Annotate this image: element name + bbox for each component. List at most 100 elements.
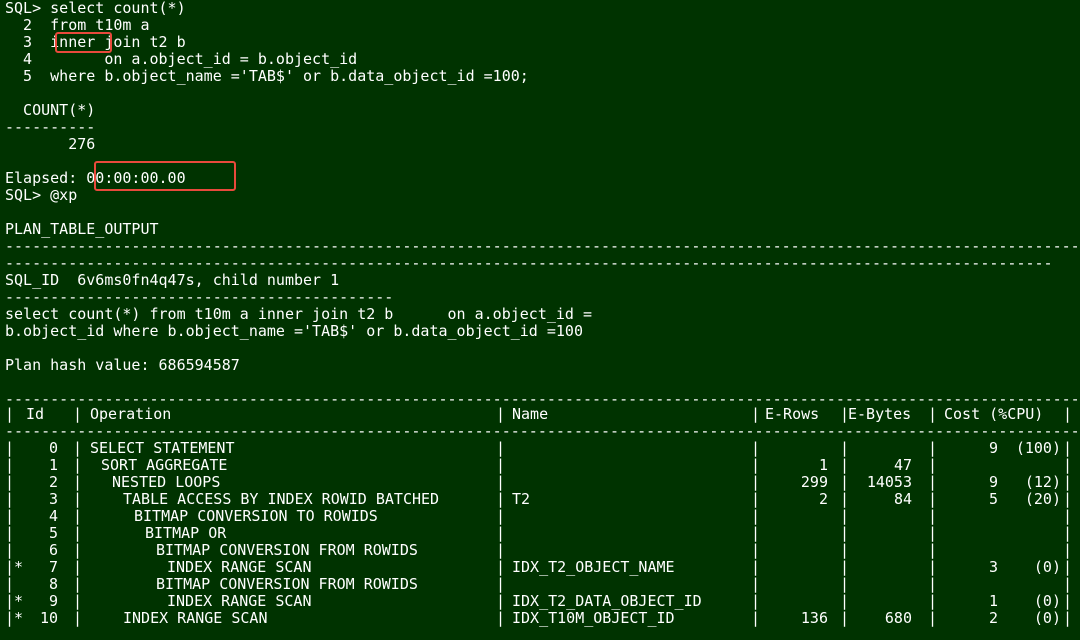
plan-cost: 9	[988, 439, 998, 457]
column-separator: |	[751, 473, 761, 491]
column-separator: |	[73, 439, 83, 457]
column-separator: |	[73, 592, 83, 610]
column-separator: |	[928, 473, 938, 491]
plan-cpu: (0)	[1033, 558, 1061, 576]
plan-object-name: IDX_T10M_OBJECT_ID	[512, 609, 675, 627]
column-separator: |	[1063, 490, 1073, 508]
column-separator: |	[751, 592, 761, 610]
query-line: 4 on a.object_id = b.object_id	[5, 50, 358, 68]
inner-keyword-highlight	[55, 32, 112, 53]
plan-id: 7	[48, 558, 58, 576]
plan-erows: 1	[818, 456, 828, 474]
column-separator: |	[751, 456, 761, 474]
column-separator: |	[928, 592, 938, 610]
column-header-ebytes: E-Bytes	[848, 405, 912, 423]
plan-ebytes: 84	[893, 490, 912, 508]
column-header-erows: E-Rows	[765, 405, 820, 423]
plan-cost: 2	[988, 609, 998, 627]
column-separator: |	[840, 507, 850, 525]
sql-text-line: select count(*) from t10m a inner join t…	[5, 305, 592, 323]
column-separator: |	[751, 541, 761, 559]
plan-id: 2	[48, 473, 58, 491]
plan-erows: 299	[800, 473, 828, 491]
plan-cpu: (100)	[1015, 439, 1061, 457]
sqlplus-terminal[interactable]: SQL> select count(*) 2 from t10m a 3 inn…	[0, 0, 1080, 640]
plan-operation: BITMAP CONVERSION FROM ROWIDS	[156, 541, 418, 559]
column-separator: |	[496, 558, 506, 576]
plan-object-name: IDX_T2_OBJECT_NAME	[512, 558, 675, 576]
plan-cost: 3	[988, 558, 998, 576]
column-separator: |	[928, 541, 938, 559]
xp-prompt-line: SQL> @xp	[5, 186, 78, 204]
plan-row: | | | | | | | 2 NESTED LOOPS 299 14053 9 (12)	[0, 474, 1080, 491]
separator-line: ----------------------------------------…	[5, 238, 1077, 255]
query-line: 5 where b.object_name ='TAB$' or b.data_…	[5, 67, 529, 85]
column-separator: |	[1063, 473, 1073, 491]
sql-text-line: b.object_id where b.object_name ='TAB$' …	[5, 322, 583, 340]
column-separator: |	[5, 405, 15, 423]
column-separator: |	[751, 558, 761, 576]
plan-operation: INDEX RANGE SCAN	[123, 609, 268, 627]
column-separator: |	[5, 439, 15, 457]
sql-id-line: SQL_ID 6v6ms0fn4q47s, child number 1	[5, 271, 340, 289]
column-separator: |	[751, 405, 761, 423]
column-separator: |	[928, 456, 938, 474]
column-separator: |	[1063, 592, 1073, 610]
plan-cpu: (12)	[1024, 473, 1061, 491]
plan-erows: 2	[818, 490, 828, 508]
column-separator: |	[751, 609, 761, 627]
column-header-cost: Cost (%CPU)	[944, 405, 1044, 423]
column-separator: |	[840, 558, 850, 576]
column-separator: |	[73, 575, 83, 593]
plan-cost: 9	[988, 473, 998, 491]
column-separator: |	[496, 575, 506, 593]
plan-cpu: (0)	[1033, 609, 1061, 627]
plan-row: | | | | | | | 8 BITMAP CONVERSION FROM ROWIDS	[0, 576, 1080, 593]
plan-row: | | | | | | | 0 SELECT STATEMENT 9 (100)	[0, 440, 1080, 457]
column-separator: |	[73, 558, 83, 576]
plan-object-name: T2	[512, 490, 531, 508]
plan-cost: 1	[988, 592, 998, 610]
plan-id: 10	[39, 609, 58, 627]
column-separator: |	[840, 524, 850, 542]
column-separator: |	[496, 524, 506, 542]
column-separator: |	[928, 405, 938, 423]
column-separator: |	[751, 439, 761, 457]
plan-row: | | | | | | |* 10 INDEX RANGE SCAN IDX_T10M_OBJEC…	[0, 610, 1080, 627]
column-header-operation: Operation	[90, 405, 172, 423]
plan-operation: SELECT STATEMENT	[90, 439, 235, 457]
column-separator: |	[1063, 541, 1073, 559]
result-divider: ----------	[5, 118, 96, 136]
plan-row: | | | | | | | 5 BITMAP OR	[0, 525, 1080, 542]
column-separator: |	[928, 490, 938, 508]
plan-operation: BITMAP CONVERSION TO ROWIDS	[134, 507, 378, 525]
query-line: SQL> select count(*)	[5, 0, 186, 17]
column-separator: |	[751, 490, 761, 508]
column-separator: |	[73, 456, 83, 474]
plan-operation: TABLE ACCESS BY INDEX ROWID BATCHED	[123, 490, 440, 508]
plan-operation: INDEX RANGE SCAN	[167, 592, 312, 610]
column-separator: |	[5, 541, 15, 559]
plan-object-name: IDX_T2_DATA_OBJECT_ID	[512, 592, 702, 610]
column-separator: |	[1063, 507, 1073, 525]
column-separator: |	[73, 490, 83, 508]
column-separator: |	[496, 405, 506, 423]
column-separator: |	[1063, 575, 1073, 593]
column-separator: |	[1063, 405, 1073, 423]
column-separator: |	[5, 575, 15, 593]
column-header-name: Name	[512, 405, 549, 423]
plan-row: | | | | | | | 1 SORT AGGREGATE 1 47	[0, 457, 1080, 474]
separator-line: ----------------------------------------…	[5, 423, 1077, 440]
column-separator: |	[928, 558, 938, 576]
column-separator: |	[928, 609, 938, 627]
column-separator: |	[5, 473, 15, 491]
column-separator: |	[928, 439, 938, 457]
plan-id: 3	[48, 490, 58, 508]
column-separator: |	[73, 405, 83, 423]
column-separator: |	[496, 507, 506, 525]
plan-table-output-label: PLAN_TABLE_OUTPUT	[5, 220, 159, 238]
elapsed-highlight	[94, 161, 236, 191]
plan-table-header: | Id | Operation | Name | E-Rows | E-Byt…	[0, 406, 1080, 423]
column-separator: |	[1063, 558, 1073, 576]
column-separator: |	[1063, 609, 1073, 627]
